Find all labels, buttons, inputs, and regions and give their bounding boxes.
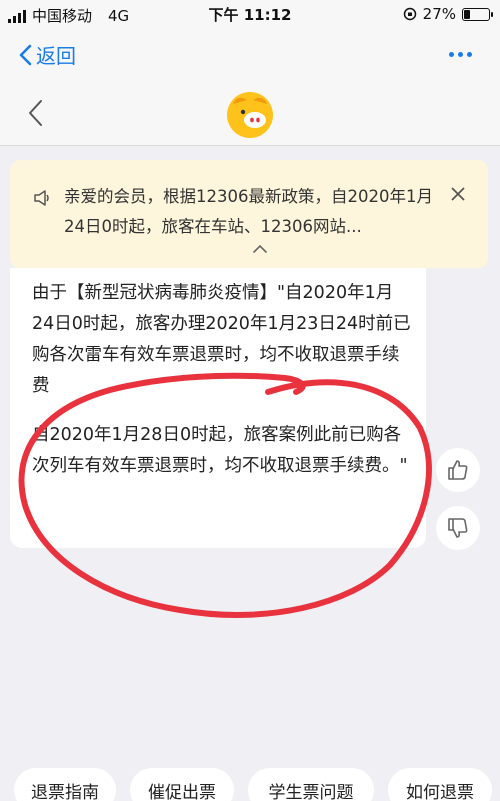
thumbs-up-icon: [448, 460, 468, 480]
message-paragraph-2: 自2020年1月28日0时起，旅客案例此前已购各次列车有效车票退票时，均不收取退…: [32, 425, 408, 476]
battery-icon: [462, 7, 493, 21]
quick-reply-label: 如何退票: [406, 783, 474, 801]
status-bar: 中国移动 4G 下午 11:12 27%: [0, 0, 500, 28]
notice-text: 亲爱的会员，根据12306最新政策，自2020年1月24日0时起，旅客在车站、1…: [64, 187, 433, 236]
top-nav: 返回: [0, 28, 500, 84]
chevron-left-icon: [19, 44, 32, 65]
pig-logo-icon: [227, 92, 273, 138]
close-icon[interactable]: [450, 186, 466, 202]
header-back-button[interactable]: [26, 98, 44, 132]
quick-reply-label: 退票指南: [31, 783, 99, 801]
quick-reply-label: 学生票问题: [268, 783, 354, 801]
quick-reply-chip[interactable]: 退票指南: [14, 768, 116, 801]
chat-header: [0, 84, 500, 146]
battery-fill: [464, 9, 471, 19]
message-bubble: 由于【新型冠状病毒肺炎疫情】"自2020年1月24日0时起，旅客办理2020年1…: [10, 268, 426, 548]
rotation-lock-icon: [403, 7, 416, 21]
quick-reply-chip[interactable]: 如何退票: [388, 768, 492, 801]
thumbs-down-icon: [448, 518, 468, 538]
status-right: 27%: [403, 5, 493, 23]
thumbs-up-button[interactable]: [436, 448, 480, 492]
message-paragraph-1: 由于【新型冠状病毒肺炎疫情】"自2020年1月24日0时起，旅客办理2020年1…: [32, 283, 411, 396]
notice-banner: 亲爱的会员，根据12306最新政策，自2020年1月24日0时起，旅客在车站、1…: [10, 160, 488, 268]
back-button[interactable]: 返回: [18, 40, 76, 69]
quick-reply-label: 催促出票: [148, 783, 216, 801]
quick-reply-chip[interactable]: 催促出票: [130, 768, 234, 801]
back-label: 返回: [36, 44, 76, 68]
app-logo: [225, 90, 275, 140]
more-icon[interactable]: [449, 52, 472, 57]
chevron-up-icon[interactable]: [252, 244, 268, 254]
speaker-icon: [34, 190, 49, 206]
quick-reply-chip[interactable]: 学生票问题: [248, 768, 374, 801]
chevron-left-icon: [29, 100, 42, 126]
thumbs-down-button[interactable]: [436, 506, 480, 550]
battery-percent: 27%: [422, 5, 456, 23]
